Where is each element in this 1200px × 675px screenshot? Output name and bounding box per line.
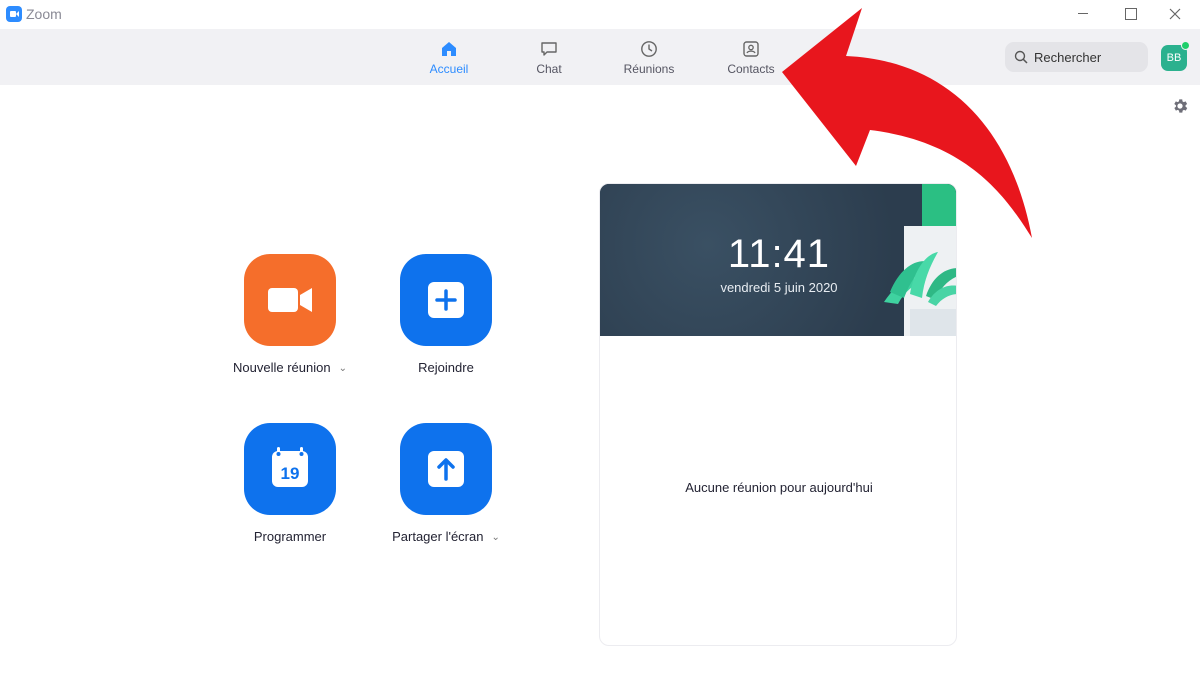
annotation-arrow-icon	[782, 8, 1032, 238]
share-screen-button[interactable]	[400, 423, 492, 515]
zoom-logo-icon	[6, 6, 22, 22]
chat-icon	[541, 42, 557, 56]
calendar-icon: 19	[272, 447, 308, 487]
contacts-icon	[743, 41, 759, 57]
chevron-down-icon[interactable]: ⌄	[491, 532, 499, 543]
join-label: Rejoindre	[418, 360, 474, 375]
minimize-button[interactable]	[1060, 0, 1106, 28]
online-status-badge	[1181, 41, 1190, 50]
calendar-day: 19	[281, 464, 300, 483]
schedule-button[interactable]: 19	[244, 423, 336, 515]
new-meeting-label: Nouvelle réunion	[233, 360, 331, 375]
share-screen-icon	[428, 451, 464, 487]
new-meeting-button[interactable]	[244, 254, 336, 346]
close-button[interactable]	[1152, 0, 1198, 28]
maximize-button[interactable]	[1107, 0, 1153, 28]
tab-chat-label: Chat	[536, 62, 562, 76]
share-screen-label: Partager l'écran	[392, 529, 484, 544]
tab-meetings[interactable]: Réunions	[604, 29, 694, 85]
gear-icon[interactable]	[1171, 97, 1189, 115]
tab-home[interactable]: Accueil	[404, 29, 494, 85]
tab-chat[interactable]: Chat	[504, 29, 594, 85]
clock-icon	[641, 41, 657, 57]
chevron-down-icon[interactable]: ⌄	[339, 363, 347, 374]
plus-icon	[428, 282, 464, 318]
tab-meetings-label: Réunions	[623, 62, 675, 76]
join-button[interactable]	[400, 254, 492, 346]
home-icon	[442, 42, 456, 56]
zoom-app-window: Zoom Accueil Chat Réunions Contacts Rech…	[0, 0, 1200, 675]
video-camera-icon	[268, 288, 312, 312]
schedule-label: Programmer	[253, 529, 327, 544]
no-meetings-message: Aucune réunion pour aujourd'hui	[685, 480, 873, 495]
close-icon	[1169, 8, 1181, 20]
current-date: vendredi 5 juin 2020	[720, 280, 838, 295]
window-title: Zoom	[26, 6, 62, 22]
upcoming-meetings-card: 11:41 vendredi 5 juin 2020 Aucune réunio…	[599, 183, 957, 646]
tab-home-label: Accueil	[429, 62, 469, 76]
